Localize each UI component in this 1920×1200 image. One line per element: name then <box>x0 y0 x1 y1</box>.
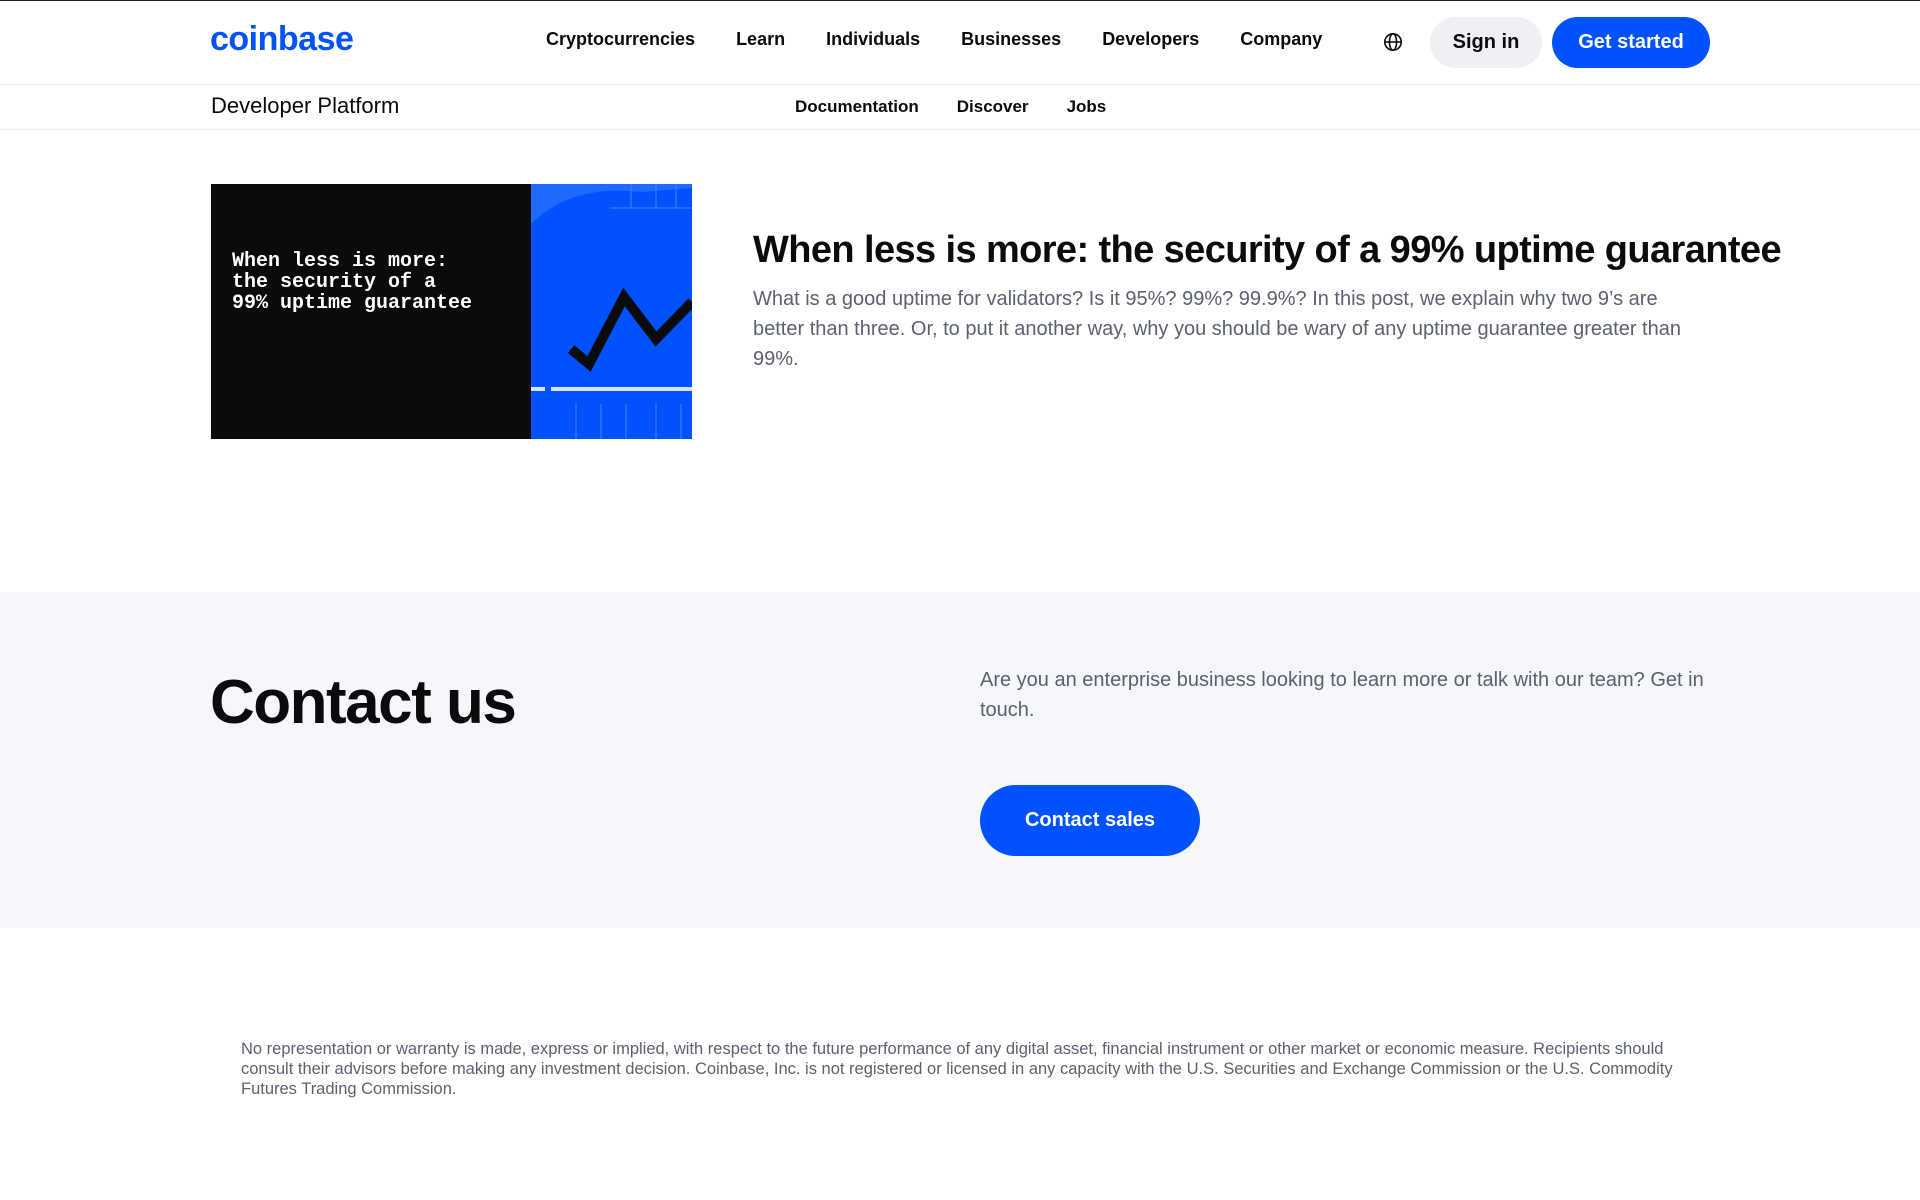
uptime-chart-artwork <box>531 184 692 439</box>
article-description: What is a good uptime for validators? Is… <box>753 288 1681 370</box>
legal-disclaimer: No representation or warranty is made, e… <box>241 1040 1673 1098</box>
coinbase-logo[interactable]: coinbase <box>210 20 354 59</box>
article-thumbnail[interactable]: When less is more: the security of a 99%… <box>211 184 692 439</box>
nav-cryptocurrencies[interactable]: Cryptocurrencies <box>546 29 695 50</box>
globe-icon[interactable] <box>1383 32 1403 52</box>
main-nav: Cryptocurrencies Learn Individuals Busin… <box>546 29 1363 50</box>
subnav-discover[interactable]: Discover <box>957 97 1029 117</box>
page: coinbase Cryptocurrencies Learn Individu… <box>0 0 1920 1200</box>
contact-description: Are you an enterprise business looking t… <box>980 669 1704 721</box>
developer-platform-subnav: Developer Platform Documentation Discove… <box>0 85 1920 130</box>
article-title[interactable]: When less is more: the security of a 99%… <box>753 229 1782 272</box>
subnav-documentation[interactable]: Documentation <box>795 97 919 117</box>
nav-company[interactable]: Company <box>1240 29 1322 50</box>
sign-in-button[interactable]: Sign in <box>1430 17 1542 68</box>
get-started-button[interactable]: Get started <box>1552 17 1710 68</box>
developer-platform-title[interactable]: Developer Platform <box>211 93 399 119</box>
nav-learn[interactable]: Learn <box>736 29 785 50</box>
top-navigation: coinbase Cryptocurrencies Learn Individu… <box>0 1 1920 85</box>
nav-individuals[interactable]: Individuals <box>826 29 920 50</box>
nav-businesses[interactable]: Businesses <box>961 29 1061 50</box>
nav-developers[interactable]: Developers <box>1102 29 1199 50</box>
contact-title: Contact us <box>210 668 517 737</box>
contact-section: Contact us Are you an enterprise busines… <box>0 592 1920 928</box>
thumbnail-text: When less is more: the security of a 99%… <box>232 250 473 315</box>
contact-sales-button[interactable]: Contact sales <box>980 785 1200 856</box>
subnav-links: Documentation Discover Jobs <box>795 97 1144 117</box>
subnav-jobs[interactable]: Jobs <box>1067 97 1107 117</box>
